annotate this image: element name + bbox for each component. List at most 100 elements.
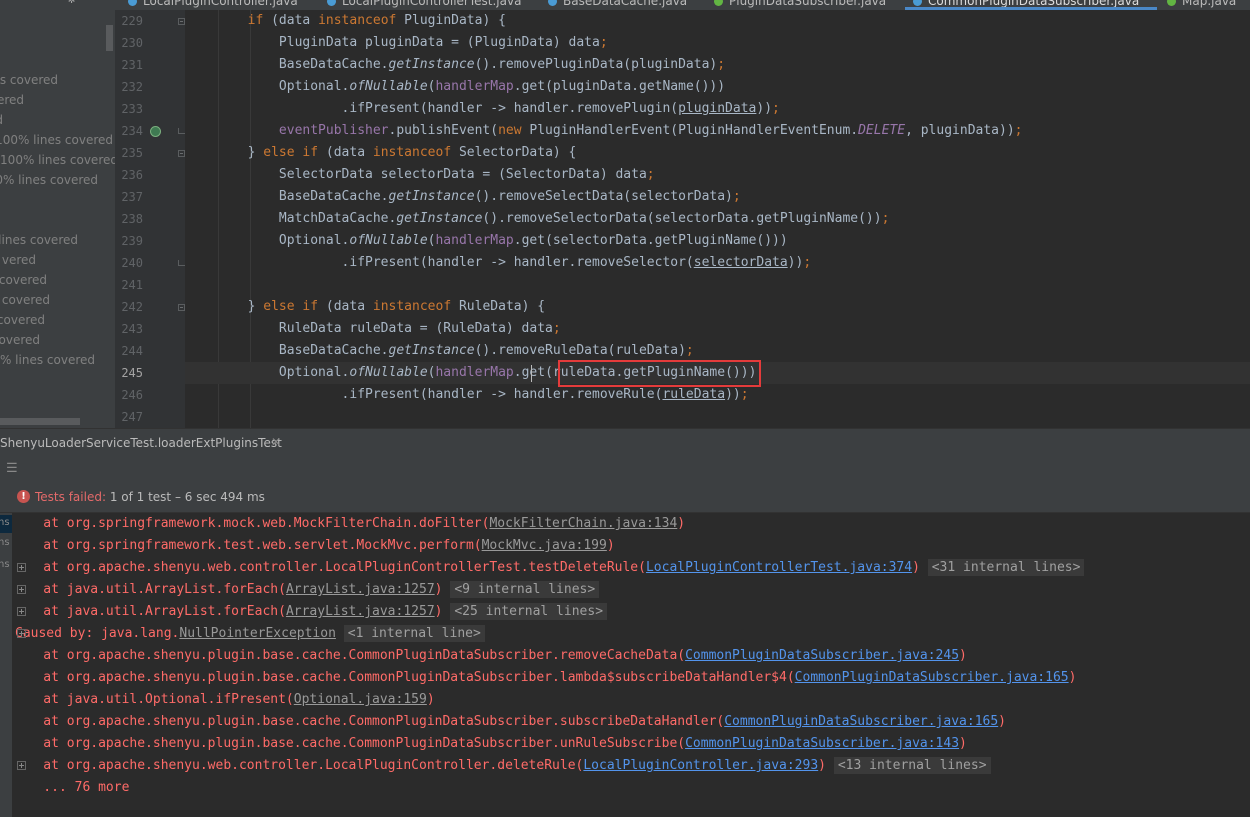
source-link[interactable]: CommonPluginDataSubscriber.java:143 <box>685 736 959 751</box>
token: ; <box>1014 123 1023 138</box>
implemented-method-icon[interactable] <box>150 126 161 137</box>
tab-base-data-cache[interactable]: BaseDataCache.java <box>548 0 687 10</box>
source-link[interactable]: ArrayList.java:1257 <box>286 604 435 619</box>
line-number: 239 <box>121 234 143 248</box>
expand-icon[interactable] <box>17 761 26 770</box>
test-status-bar: ! Tests failed: 1 of 1 test – 6 sec 494 … <box>0 482 1250 513</box>
expand-icon[interactable] <box>17 607 26 616</box>
source-link[interactable]: Optional.java:159 <box>294 692 427 707</box>
trace-text: Caused by: java.lang. <box>15 626 180 641</box>
gear-icon[interactable]: ✲ <box>68 0 75 6</box>
token: ; <box>646 167 655 182</box>
token: )) <box>787 255 804 270</box>
tab-local-plugin-controller-test[interactable]: LocalPluginControllerTest.java <box>327 0 521 10</box>
expand-icon[interactable] <box>17 629 26 638</box>
line-number: 238 <box>121 212 143 226</box>
stack-trace-line: at java.util.Optional.ifPresent(Optional… <box>12 689 1250 711</box>
tab-plugin-data-subscriber[interactable]: PluginDataSubscriber.java <box>714 0 886 10</box>
internal-lines-chip[interactable]: <1 internal line> <box>343 625 485 642</box>
token: PluginData) { <box>396 13 506 28</box>
close-icon[interactable]: ✕ <box>271 435 281 449</box>
coverage-item: ered <box>0 93 24 107</box>
token: .ifPresent(handler -> handler.removePlug… <box>341 101 679 116</box>
token: (data <box>318 299 373 314</box>
code-line: Optional.ofNullable(handlerMap.get(selec… <box>185 230 1250 252</box>
source-link[interactable]: ArrayList.java:1257 <box>286 582 435 597</box>
stack-trace-line: at org.apache.shenyu.web.controller.Loca… <box>12 557 1250 579</box>
coverage-item: covered <box>0 313 45 327</box>
fold-toggle-icon[interactable] <box>178 150 185 157</box>
tab-map[interactable]: Map.java <box>1167 0 1236 10</box>
code-line: .ifPresent(handler -> handler.removePlug… <box>185 98 1250 120</box>
stack-trace-line: at org.springframework.test.web.servlet.… <box>12 535 1250 557</box>
source-link[interactable]: CommonPluginDataSubscriber.java:165 <box>795 670 1069 685</box>
code-line: if (data instanceof PluginData) { <box>185 10 1250 32</box>
source-link[interactable]: LocalPluginController.java:293 <box>583 758 818 773</box>
source-link[interactable]: CommonPluginDataSubscriber.java:165 <box>724 714 998 729</box>
token: ; <box>772 101 780 116</box>
stack-trace-line: at org.apache.shenyu.plugin.base.cache.C… <box>12 733 1250 755</box>
source-link[interactable]: MockFilterChain.java:134 <box>489 516 677 531</box>
token: .get(pluginData.getName())) <box>513 79 726 94</box>
coverage-item: overed <box>0 333 40 347</box>
trace-text: ... 76 more <box>12 780 130 795</box>
coverage-item: covered <box>0 273 47 287</box>
code-line: PluginData pluginData = (PluginData) dat… <box>185 32 1250 54</box>
internal-lines-chip[interactable]: <31 internal lines> <box>927 559 1085 576</box>
internal-lines-chip[interactable]: <13 internal lines> <box>833 757 991 774</box>
collapse-all-icon[interactable]: ☰ <box>6 461 18 476</box>
token: else if <box>263 145 319 160</box>
token: SelectorData selectorData = (SelectorDat… <box>278 167 647 182</box>
token: Optional. <box>278 233 350 248</box>
trace-text <box>336 626 344 641</box>
fold-toggle-icon[interactable] <box>178 18 185 25</box>
token: DELETE <box>858 123 906 138</box>
token: ().removePluginData(pluginData) <box>474 57 718 72</box>
line-number: 230 <box>121 36 143 50</box>
tree-item-label[interactable]: ns <box>0 559 10 570</box>
code-line: .ifPresent(handler -> handler.removeSele… <box>185 252 1250 274</box>
token: BaseDataCache. <box>278 189 389 204</box>
code-line: .ifPresent(handler -> handler.removeRule… <box>185 384 1250 406</box>
fold-toggle-icon[interactable] <box>178 304 185 311</box>
trace-text: at java.util.Optional.ifPresent( <box>12 692 294 707</box>
run-tab-bar: ShenyuLoaderServiceTest.loaderExtPlugins… <box>0 428 1250 457</box>
class-icon <box>548 0 557 6</box>
tab-local-plugin-controller[interactable]: LocalPluginController.java <box>128 0 298 10</box>
token: RuleData ruleData = (RuleData) data <box>278 321 553 336</box>
source-link[interactable]: MockMvc.java:199 <box>482 538 607 553</box>
line-number: 243 <box>121 322 143 336</box>
line-number: 232 <box>121 80 143 94</box>
token: ; <box>732 189 741 204</box>
trace-text: at org.apache.shenyu.web.controller.Loca… <box>12 560 646 575</box>
expand-icon[interactable] <box>17 563 26 572</box>
tab-label: PluginDataSubscriber.java <box>729 0 887 8</box>
expand-icon[interactable] <box>17 585 26 594</box>
line-number: 247 <box>121 410 143 424</box>
exception-link[interactable]: NullPointerException <box>179 626 336 641</box>
run-tab-title[interactable]: ShenyuLoaderServiceTest.loaderExtPlugins… <box>0 436 282 450</box>
coverage-horizontal-scrollbar[interactable] <box>0 418 80 425</box>
coverage-scrollbar[interactable] <box>106 25 113 51</box>
source-link[interactable]: CommonPluginDataSubscriber.java:245 <box>685 648 959 663</box>
source-link[interactable]: LocalPluginControllerTest.java:374 <box>646 560 912 575</box>
token: ; <box>685 343 694 358</box>
token: MatchDataCache. <box>278 211 397 226</box>
token: ; <box>599 35 608 50</box>
tree-item-label[interactable]: ns <box>0 517 10 528</box>
console-output[interactable]: at org.springframework.mock.web.MockFilt… <box>12 513 1250 817</box>
token: .get(selectorData.getPluginName())) <box>513 233 788 248</box>
tab-label: LocalPluginController.java <box>143 0 298 8</box>
interface-icon <box>714 0 723 6</box>
tree-item-label[interactable]: ns <box>0 537 10 548</box>
line-number: 234 <box>121 124 143 138</box>
current-line-number: 245 <box>121 366 143 380</box>
internal-lines-chip[interactable]: <25 internal lines> <box>450 603 608 620</box>
run-toolbar: ☰ <box>0 456 1250 482</box>
code-line: BaseDataCache.getInstance().removeSelect… <box>185 186 1250 208</box>
token: SelectorData) { <box>451 145 577 160</box>
code-line: MatchDataCache.getInstance().removeSelec… <box>185 208 1250 230</box>
internal-lines-chip[interactable]: <9 internal lines> <box>450 581 600 598</box>
token: if <box>247 13 264 28</box>
